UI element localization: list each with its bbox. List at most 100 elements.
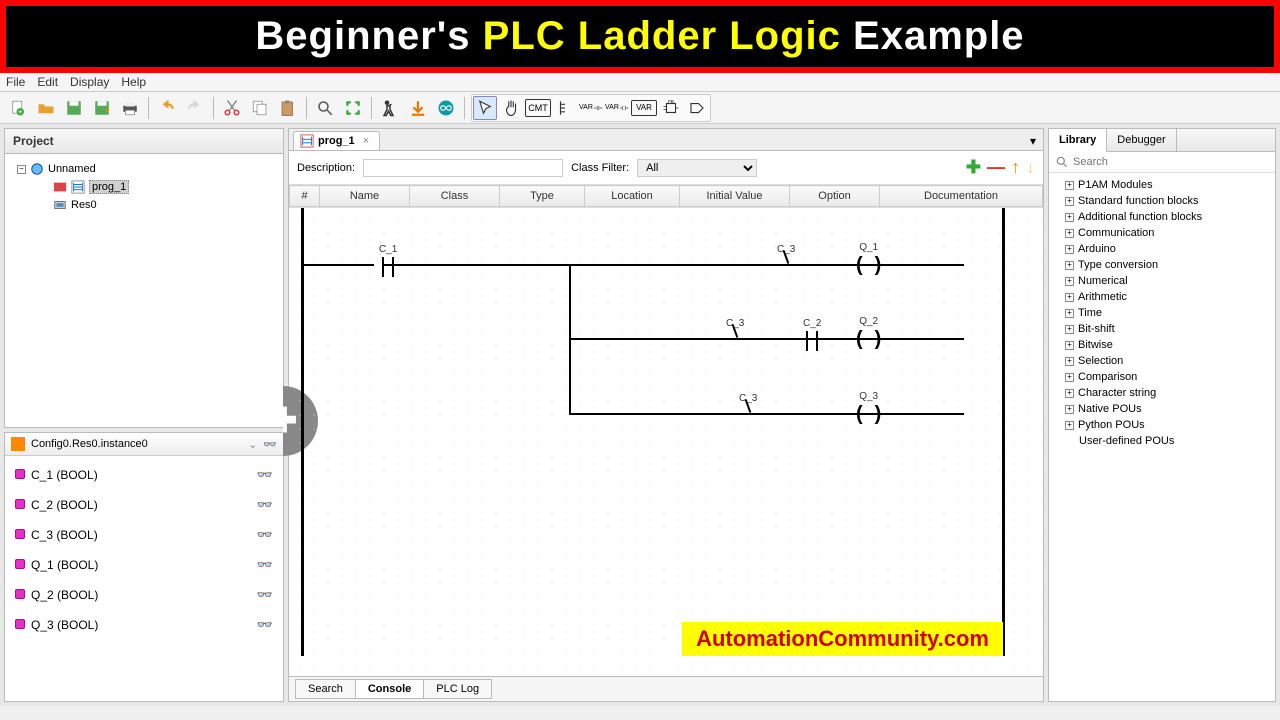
lib-item[interactable]: +Time (1051, 305, 1273, 321)
paste-icon[interactable] (276, 96, 300, 120)
project-tree[interactable]: − Unnamed prog_1 Res0 (5, 154, 283, 220)
lib-item[interactable]: +Additional function blocks (1051, 209, 1273, 225)
contact-no[interactable]: C_1 (379, 244, 397, 277)
var-row[interactable]: Q_2 (BOOL)👓 (9, 580, 279, 610)
coil-tool-icon[interactable]: VAR (605, 96, 629, 120)
lib-item[interactable]: +Comparison (1051, 369, 1273, 385)
menu-edit[interactable]: Edit (37, 75, 58, 89)
redo-icon[interactable] (183, 96, 207, 120)
debug-all-icon[interactable]: 👓 (263, 438, 277, 451)
var-row[interactable]: C_2 (BOOL)👓 (9, 490, 279, 520)
save-as-icon[interactable] (90, 96, 114, 120)
library-tree[interactable]: +P1AM Modules +Standard function blocks … (1049, 173, 1275, 453)
editor-tab[interactable]: prog_1 × (293, 131, 380, 150)
tabstrip-menu-icon[interactable]: ▾ (1027, 134, 1039, 148)
eye-icon[interactable]: 👓 (257, 527, 273, 543)
open-icon[interactable] (34, 96, 58, 120)
lib-item[interactable]: +Communication (1051, 225, 1273, 241)
tree-prog[interactable]: prog_1 (9, 178, 279, 196)
expand-icon[interactable]: + (1065, 421, 1074, 430)
expand-icon[interactable]: + (1065, 341, 1074, 350)
tab-debugger[interactable]: Debugger (1107, 129, 1176, 151)
expand-icon[interactable]: + (1065, 373, 1074, 382)
tree-res[interactable]: Res0 (9, 196, 279, 214)
print-icon[interactable] (118, 96, 142, 120)
expand-icon[interactable]: + (1065, 389, 1074, 398)
pointer-tool-icon[interactable] (473, 96, 497, 120)
bottom-tab-search[interactable]: Search (295, 679, 356, 699)
expand-icon[interactable]: + (1065, 261, 1074, 270)
move-down-icon[interactable]: ↓ (1026, 157, 1035, 178)
download-icon[interactable] (406, 96, 430, 120)
lib-item[interactable]: User-defined POUs (1051, 433, 1273, 449)
fb-tool-icon[interactable]: FB (659, 96, 683, 120)
tree-root[interactable]: − Unnamed (9, 160, 279, 178)
expand-icon[interactable]: + (1065, 181, 1074, 190)
lib-item[interactable]: +Bit-shift (1051, 321, 1273, 337)
expand-icon[interactable]: + (1065, 277, 1074, 286)
lib-item[interactable]: +Type conversion (1051, 257, 1273, 273)
lib-item[interactable]: +Arithmetic (1051, 289, 1273, 305)
collapse-icon[interactable]: − (17, 165, 26, 174)
expand-icon[interactable]: + (1065, 245, 1074, 254)
lib-item[interactable]: +P1AM Modules (1051, 177, 1273, 193)
fullscreen-icon[interactable] (341, 96, 365, 120)
lib-item[interactable]: +Selection (1051, 353, 1273, 369)
expand-icon[interactable]: + (1065, 197, 1074, 206)
coil[interactable]: Q_1 () (856, 242, 881, 275)
lib-item[interactable]: +Character string (1051, 385, 1273, 401)
contact-no[interactable]: C_2 (803, 318, 821, 351)
variable-tool-icon[interactable]: VAR (631, 100, 657, 116)
lib-item[interactable]: +Native POUs (1051, 401, 1273, 417)
col-name[interactable]: Name (320, 186, 410, 207)
tab-library[interactable]: Library (1049, 129, 1107, 152)
expand-icon[interactable]: + (1065, 357, 1074, 366)
arduino-icon[interactable] (434, 96, 458, 120)
var-row[interactable]: C_3 (BOOL)👓 (9, 520, 279, 550)
close-icon[interactable]: × (363, 135, 369, 147)
contact-nc[interactable]: C_3 (777, 244, 795, 257)
new-file-icon[interactable]: + (6, 96, 30, 120)
power-rail-tool-icon[interactable] (553, 96, 577, 120)
bottom-tab-plclog[interactable]: PLC Log (423, 679, 492, 699)
eye-icon[interactable]: 👓 (257, 467, 273, 483)
expand-icon[interactable]: + (1065, 213, 1074, 222)
col-num[interactable]: # (290, 186, 320, 207)
jump-tool-icon[interactable] (685, 96, 709, 120)
copy-icon[interactable] (248, 96, 272, 120)
var-row[interactable]: Q_1 (BOOL)👓 (9, 550, 279, 580)
expand-icon[interactable]: + (1065, 405, 1074, 414)
var-row[interactable]: Q_3 (BOOL)👓 (9, 610, 279, 640)
hand-tool-icon[interactable] (499, 96, 523, 120)
eye-icon[interactable]: 👓 (257, 497, 273, 513)
class-filter-select[interactable]: All (637, 159, 757, 177)
expand-icon[interactable]: + (1065, 293, 1074, 302)
expand-icon[interactable]: + (1065, 325, 1074, 334)
eye-icon[interactable]: 👓 (257, 587, 273, 603)
coil[interactable]: Q_2 () (856, 316, 881, 349)
col-doc[interactable]: Documentation (880, 186, 1043, 207)
contact-nc[interactable]: C_3 (726, 318, 744, 331)
lib-item[interactable]: +Bitwise (1051, 337, 1273, 353)
col-location[interactable]: Location (585, 186, 680, 207)
col-type[interactable]: Type (500, 186, 585, 207)
description-input[interactable] (363, 159, 563, 177)
var-row[interactable]: C_1 (BOOL)👓 (9, 460, 279, 490)
coil[interactable]: Q_3 () (856, 391, 881, 424)
contact-nc[interactable]: C_3 (739, 393, 757, 406)
col-initial[interactable]: Initial Value (680, 186, 790, 207)
menu-help[interactable]: Help (121, 75, 146, 89)
lib-item[interactable]: +Numerical (1051, 273, 1273, 289)
undo-icon[interactable] (155, 96, 179, 120)
col-option[interactable]: Option (790, 186, 880, 207)
col-class[interactable]: Class (410, 186, 500, 207)
bottom-tab-console[interactable]: Console (355, 679, 424, 699)
lib-item[interactable]: +Python POUs (1051, 417, 1273, 433)
add-variable-icon[interactable]: ✚ (966, 157, 981, 178)
rung-tool-icon[interactable]: VAR (579, 96, 603, 120)
move-up-icon[interactable]: ↑ (1011, 157, 1020, 178)
expand-icon[interactable]: + (1065, 229, 1074, 238)
lib-item[interactable]: +Arduino (1051, 241, 1273, 257)
cut-icon[interactable] (220, 96, 244, 120)
eye-icon[interactable]: 👓 (257, 617, 273, 633)
